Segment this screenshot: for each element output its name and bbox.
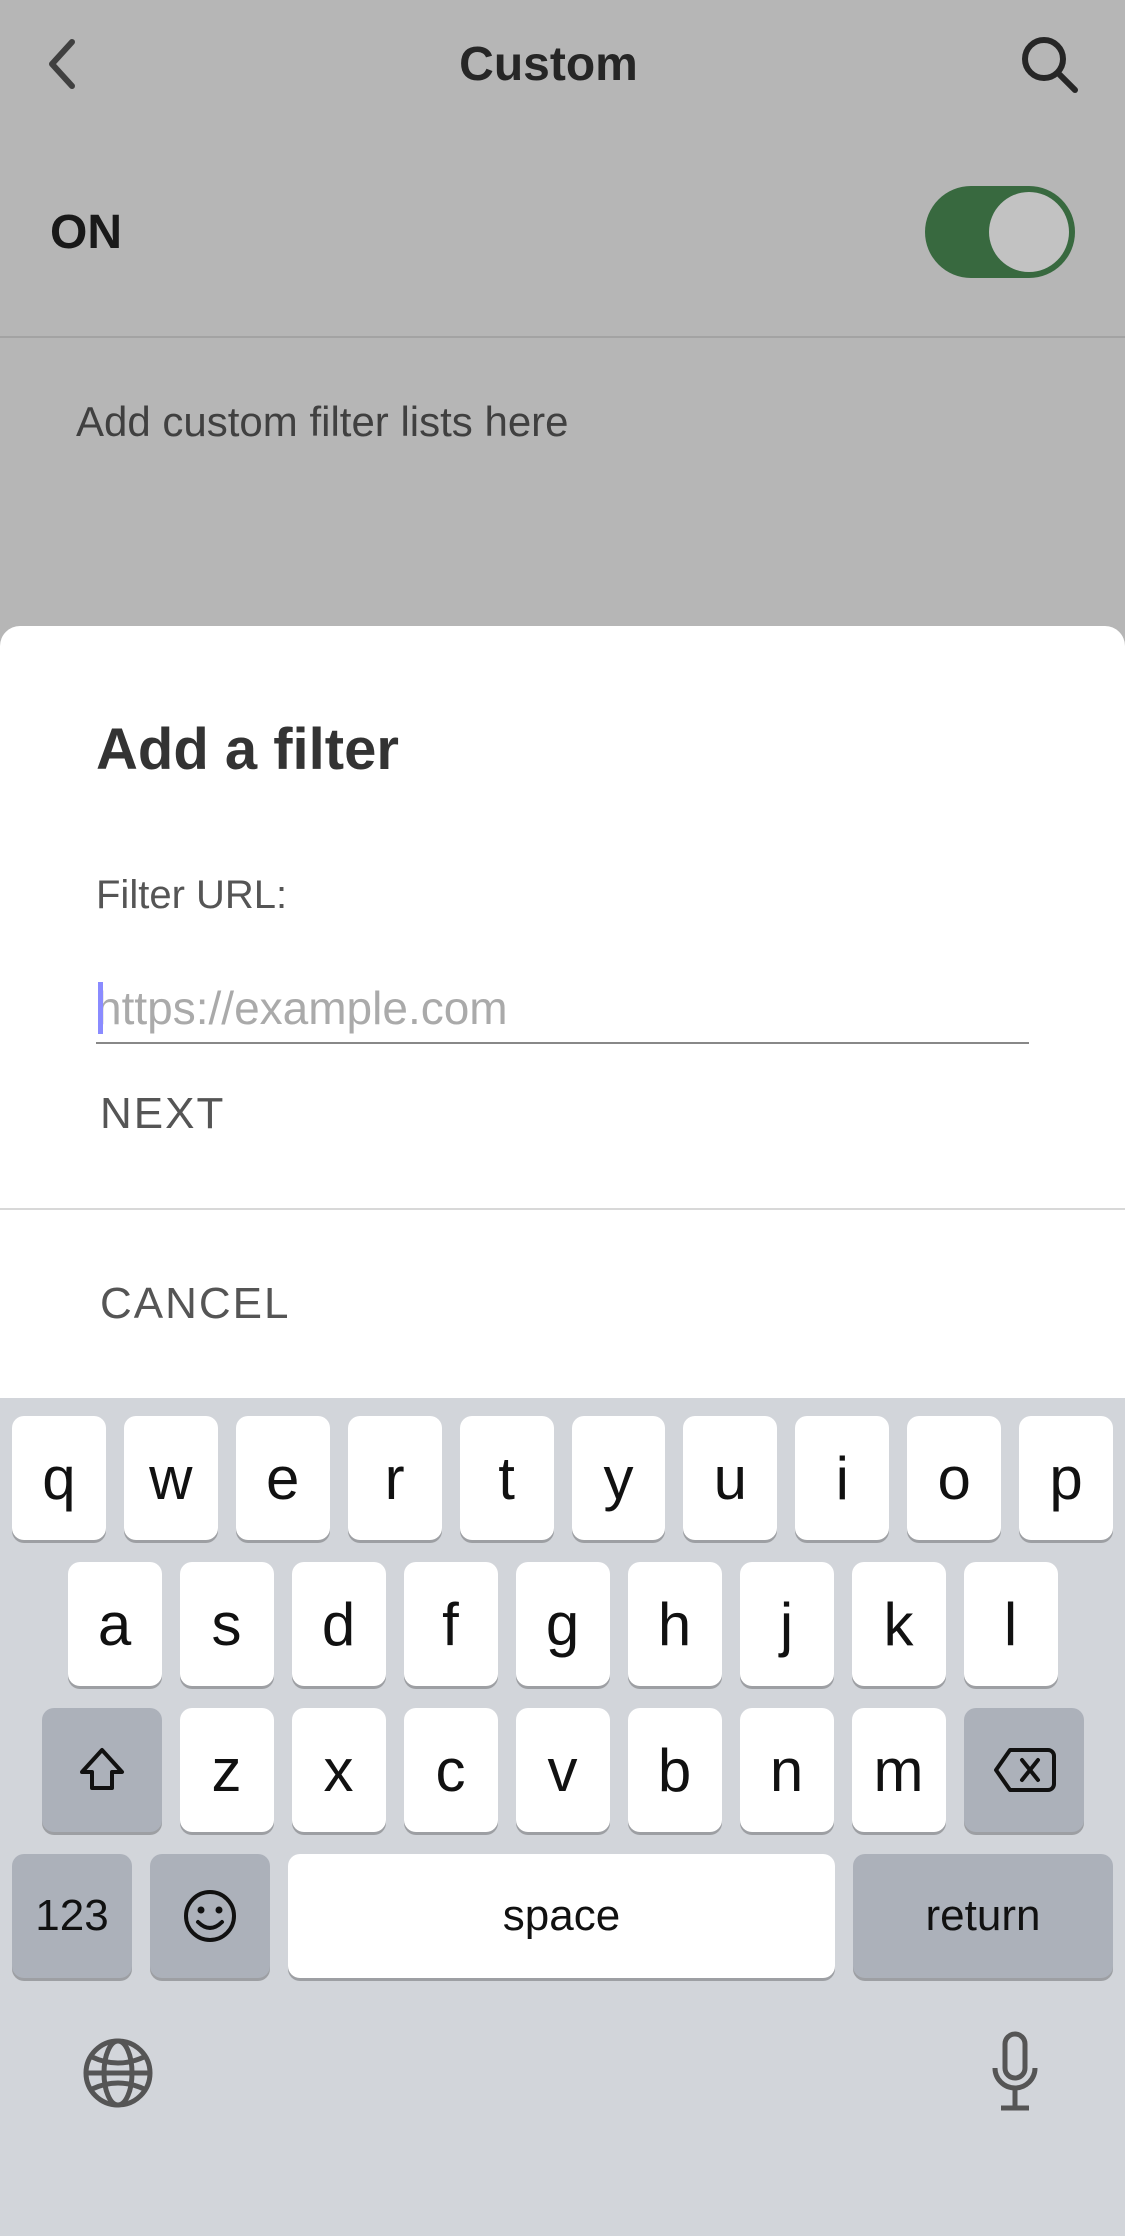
enable-switch[interactable] (925, 186, 1075, 278)
key-k[interactable]: k (852, 1562, 946, 1686)
page-title: Custom (459, 37, 638, 92)
key-d[interactable]: d (292, 1562, 386, 1686)
add-filter-dialog: Add a filter Filter URL: NEXT CANCEL (0, 626, 1125, 1398)
back-button[interactable] (46, 38, 78, 90)
key-t[interactable]: t (460, 1416, 554, 1540)
key-f[interactable]: f (404, 1562, 498, 1686)
key-c[interactable]: c (404, 1708, 498, 1832)
key-a[interactable]: a (68, 1562, 162, 1686)
shift-icon (76, 1744, 128, 1796)
globe-icon (80, 2035, 156, 2111)
key-y[interactable]: y (572, 1416, 666, 1540)
key-g[interactable]: g (516, 1562, 610, 1686)
key-r[interactable]: r (348, 1416, 442, 1540)
keyboard-row-1: qwertyuiop (0, 1416, 1125, 1540)
dialog-title: Add a filter (96, 716, 1029, 783)
filter-url-label: Filter URL: (96, 873, 1029, 918)
key-w[interactable]: w (124, 1416, 218, 1540)
emoji-icon (182, 1888, 238, 1944)
cancel-button[interactable]: CANCEL (0, 1208, 1125, 1398)
search-button[interactable] (1019, 34, 1079, 94)
key-q[interactable]: q (12, 1416, 106, 1540)
onscreen-keyboard: qwertyuiop asdfghjkl zxcvbnm 123 (0, 1398, 1125, 2236)
space-key[interactable]: space (288, 1854, 835, 1978)
dictation-key[interactable] (985, 2028, 1045, 2118)
key-i[interactable]: i (795, 1416, 889, 1540)
key-l[interactable]: l (964, 1562, 1058, 1686)
next-button-label: NEXT (100, 1089, 225, 1139)
key-s[interactable]: s (180, 1562, 274, 1686)
chevron-left-icon (46, 38, 78, 90)
mic-icon (985, 2028, 1045, 2118)
keyboard-bottom-row (0, 2000, 1125, 2118)
emoji-key[interactable] (150, 1854, 270, 1978)
key-n[interactable]: n (740, 1708, 834, 1832)
cancel-button-label: CANCEL (100, 1279, 291, 1329)
key-b[interactable]: b (628, 1708, 722, 1832)
top-bar: Custom (0, 0, 1125, 128)
globe-key[interactable] (80, 2035, 156, 2111)
return-key-label: return (926, 1891, 1041, 1941)
enable-toggle-row: ON (0, 128, 1125, 338)
keyboard-row-4: 123 space return (0, 1854, 1125, 1978)
shift-key[interactable] (42, 1708, 162, 1832)
toggle-label: ON (50, 205, 122, 260)
search-icon (1019, 34, 1079, 94)
key-u[interactable]: u (683, 1416, 777, 1540)
keyboard-row-3: zxcvbnm (0, 1708, 1125, 1832)
key-x[interactable]: x (292, 1708, 386, 1832)
space-key-label: space (503, 1891, 620, 1941)
key-p[interactable]: p (1019, 1416, 1113, 1540)
key-z[interactable]: z (180, 1708, 274, 1832)
backspace-key[interactable] (964, 1708, 1084, 1832)
dialog-actions: NEXT CANCEL (0, 1018, 1125, 1398)
key-j[interactable]: j (740, 1562, 834, 1686)
return-key[interactable]: return (853, 1854, 1113, 1978)
backspace-icon (992, 1746, 1056, 1794)
keyboard-row-2: asdfghjkl (0, 1562, 1125, 1686)
hint-text: Add custom filter lists here (0, 338, 1125, 506)
key-h[interactable]: h (628, 1562, 722, 1686)
key-m[interactable]: m (852, 1708, 946, 1832)
numbers-key-label: 123 (35, 1891, 108, 1941)
key-e[interactable]: e (236, 1416, 330, 1540)
switch-knob (989, 192, 1069, 272)
key-o[interactable]: o (907, 1416, 1001, 1540)
key-v[interactable]: v (516, 1708, 610, 1832)
numbers-key[interactable]: 123 (12, 1854, 132, 1978)
next-button[interactable]: NEXT (0, 1018, 1125, 1208)
